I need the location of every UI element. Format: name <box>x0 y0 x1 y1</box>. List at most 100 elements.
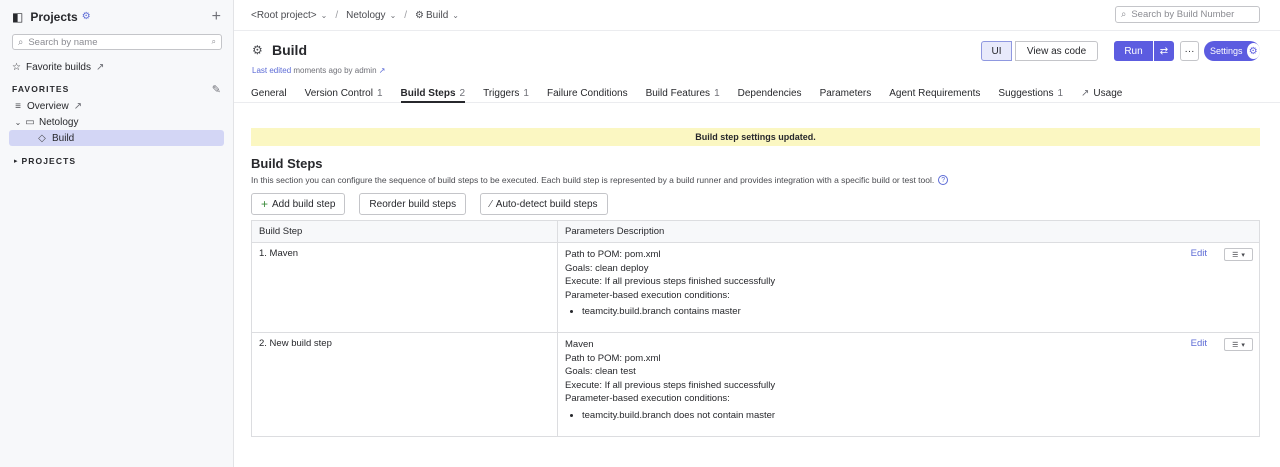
param-line: Maven <box>565 339 594 350</box>
gear-icon[interactable]: ⚙ <box>82 11 91 22</box>
column-header-parameters: Parameters Description <box>557 220 1260 243</box>
chevron-down-icon: ⌄ <box>452 10 459 20</box>
param-line: Parameter-based execution conditions: <box>565 393 730 405</box>
breadcrumb-project[interactable]: Netology ⌄ <box>346 10 396 21</box>
gear-icon: ⚙ <box>1246 43 1260 59</box>
sidebar-item-netology[interactable]: ⌄ ▭ Netology <box>0 114 233 130</box>
pencil-icon[interactable]: ✎ <box>212 83 221 96</box>
main-content: <Root project> ⌄ / Netology ⌄ / ⚙ Build ⌄ ⌕ … <box>234 0 1280 467</box>
add-build-step-button[interactable]: + Add build step <box>251 193 346 215</box>
param-line: Execute: If all previous steps finished … <box>565 379 776 391</box>
run-options-icon[interactable]: ⇄ <box>1154 41 1174 61</box>
build-step-name[interactable]: 2. New build step <box>251 332 558 437</box>
add-project-button[interactable]: + <box>212 8 221 25</box>
table-row[interactable]: 1. Maven Path to POM: pom.xml Goals: cle… <box>251 242 1260 333</box>
sidebar-title: Projects <box>30 9 78 24</box>
table-header-row: Build Step Parameters Description <box>251 220 1260 243</box>
tab-label: General <box>251 88 287 99</box>
build-step-name[interactable]: 1. Maven <box>251 242 558 333</box>
table-row[interactable]: 2. New build step Maven Path to POM: pom… <box>251 332 1260 437</box>
execution-condition: teamcity.build.branch contains master <box>582 305 1252 318</box>
breadcrumb-separator: / <box>335 9 339 21</box>
settings-button[interactable]: Settings ⚙ <box>1204 41 1260 61</box>
search-placeholder: Search by name <box>28 36 98 48</box>
build-number-search-input[interactable]: ⌕ Search by Build Number <box>1115 6 1260 23</box>
reorder-build-steps-button[interactable]: Reorder build steps <box>359 193 467 215</box>
step-actions-menu[interactable]: ☰ ▾ <box>1224 248 1253 261</box>
build-steps-table: Build Step Parameters Description 1. Mav… <box>251 220 1260 437</box>
last-edited-link[interactable]: Last edited <box>252 66 291 75</box>
tab-build-steps[interactable]: Build Steps 2 <box>400 81 466 103</box>
breadcrumb-root-label: <Root project> <box>251 9 317 21</box>
page-title-text: Build <box>272 42 307 58</box>
tab-label: Agent Requirements <box>889 88 981 99</box>
breadcrumb-build[interactable]: ⚙ Build ⌄ <box>415 10 459 21</box>
edit-link[interactable]: Edit <box>1191 248 1207 259</box>
tab-count: 1 <box>523 88 529 99</box>
more-actions-button[interactable]: ··· <box>1180 41 1199 61</box>
diamond-icon: ◇ <box>38 132 46 144</box>
build-config-icon: ⚙ <box>252 43 263 57</box>
param-line: Goals: clean test <box>565 366 636 378</box>
sidebar-header: ◧ Projects ⚙ + <box>0 0 233 33</box>
success-banner: Build step settings updated. <box>251 128 1260 146</box>
chevron-down-icon[interactable]: ⌄ <box>12 118 24 127</box>
search-icon: ⌕ <box>18 36 24 48</box>
external-link-icon[interactable]: ↗ <box>379 66 386 75</box>
tab-label: Triggers <box>483 88 520 99</box>
tab-parameters[interactable]: Parameters <box>820 81 872 102</box>
sidebar-toggle-icon[interactable]: ◧ <box>12 10 23 24</box>
tab-general[interactable]: General <box>251 81 287 102</box>
tab-label: Version Control <box>304 88 373 99</box>
tab-usage[interactable]: ↗ Usage <box>1081 81 1122 102</box>
tab-dependencies[interactable]: Dependencies <box>738 81 802 102</box>
sidebar-search-input[interactable]: ⌕ Search by name ⌕ <box>12 34 222 50</box>
param-line: Path to POM: pom.xml <box>565 352 661 364</box>
sidebar-item-label: Build <box>52 132 75 144</box>
execution-condition: teamcity.build.branch does not contain m… <box>582 409 1252 422</box>
breadcrumb-separator: / <box>404 9 408 21</box>
view-as-code-button[interactable]: View as code <box>1015 41 1098 61</box>
tab-count: 1 <box>714 88 720 99</box>
folder-icon: ▭ <box>25 116 35 128</box>
help-icon[interactable]: ? <box>938 175 949 185</box>
auto-detect-label: Auto-detect build steps <box>495 198 598 210</box>
tab-triggers[interactable]: Triggers 1 <box>483 81 529 102</box>
caret-right-icon: ▸ <box>14 158 18 165</box>
breadcrumb-root[interactable]: <Root project> ⌄ <box>251 10 327 21</box>
projects-label: PROJECTS <box>21 156 77 166</box>
search-options-icon[interactable]: ⌕ <box>212 37 216 47</box>
tab-label: Suggestions <box>998 88 1054 99</box>
step-actions-menu[interactable]: ☰ ▾ <box>1224 338 1253 351</box>
search-placeholder: Search by Build Number <box>1131 9 1235 20</box>
chevron-down-icon: ▾ <box>1241 341 1245 349</box>
tab-count: 1 <box>1057 88 1064 99</box>
tab-failure-conditions[interactable]: Failure Conditions <box>547 81 628 102</box>
tab-suggestions[interactable]: Suggestions 1 <box>998 81 1063 102</box>
chevron-down-icon: ⌄ <box>389 10 397 20</box>
edit-link[interactable]: Edit <box>1191 338 1207 349</box>
tab-count: 2 <box>459 88 466 99</box>
projects-header[interactable]: ▸ PROJECTS <box>0 155 233 167</box>
star-icon: ☆ <box>12 61 21 73</box>
run-button[interactable]: Run <box>1114 41 1153 61</box>
run-group: Run ⇄ <box>1114 41 1174 61</box>
list-icon: ☰ <box>1232 251 1239 259</box>
tab-label: Failure Conditions <box>546 88 628 99</box>
tab-build-features[interactable]: Build Features 1 <box>646 81 720 102</box>
sidebar-item-label: Overview <box>27 100 69 112</box>
tab-bar: General Version Control 1 Build Steps 2 Tr… <box>234 81 1280 103</box>
sidebar-item-build[interactable]: ◇ Build <box>9 130 224 146</box>
gear-icon: ⚙ <box>415 9 425 21</box>
tab-agent-requirements[interactable]: Agent Requirements <box>889 81 980 102</box>
favorite-builds-label: Favorite builds <box>25 61 91 73</box>
column-header-build-step: Build Step <box>251 220 558 243</box>
breadcrumb: <Root project> ⌄ / Netology ⌄ / ⚙ Build ⌄ ⌕ … <box>234 0 1280 31</box>
auto-detect-build-steps-button[interactable]: ⁄ Auto-detect build steps <box>480 193 608 215</box>
sidebar-item-overview[interactable]: ≡ Overview ↗ <box>0 98 233 114</box>
favorite-builds-link[interactable]: ☆ Favorite builds ↗ <box>0 60 233 74</box>
ui-view-button[interactable]: UI <box>981 41 1012 61</box>
tab-version-control[interactable]: Version Control 1 <box>305 81 383 102</box>
external-link-icon: ↗ <box>1081 88 1090 99</box>
param-line: Path to POM: pom.xml <box>565 249 661 260</box>
